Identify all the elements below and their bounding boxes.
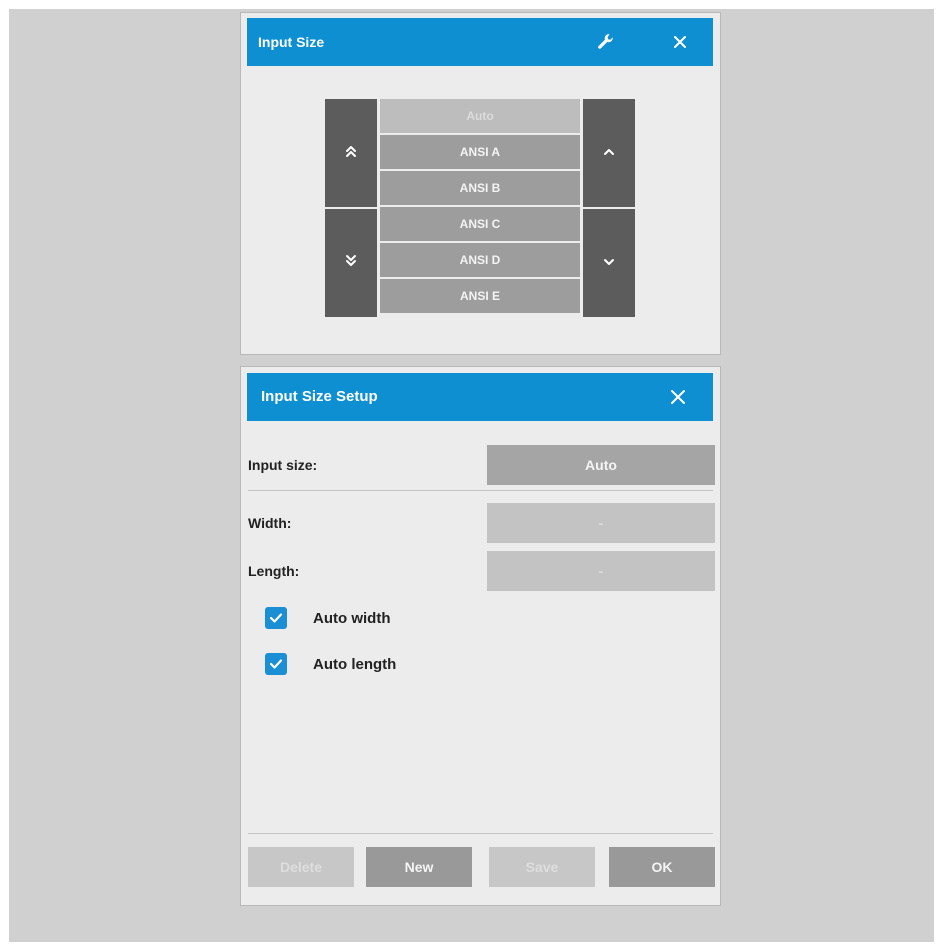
page-down-button[interactable] xyxy=(325,209,377,317)
scroll-down-button[interactable] xyxy=(583,209,635,317)
wrench-icon[interactable] xyxy=(591,18,621,66)
new-button[interactable]: New xyxy=(366,847,472,887)
size-item-ansi-c[interactable]: ANSI C xyxy=(380,207,580,241)
size-item-auto: Auto xyxy=(380,99,580,133)
ok-button[interactable]: OK xyxy=(609,847,715,887)
input-size-setup-panel: Input Size Setup Input size: Auto Width:… xyxy=(240,366,721,906)
input-size-title: Input Size xyxy=(258,34,325,50)
size-item-ansi-b[interactable]: ANSI B xyxy=(380,171,580,205)
length-field: - xyxy=(487,551,715,591)
double-chevron-down-icon xyxy=(345,254,357,273)
delete-button[interactable]: Delete xyxy=(248,847,354,887)
divider xyxy=(248,490,713,491)
size-item-ansi-d[interactable]: ANSI D xyxy=(380,243,580,277)
auto-length-checkbox[interactable] xyxy=(265,653,287,675)
size-list: Auto ANSI A ANSI B ANSI C ANSI D ANSI E xyxy=(380,99,580,315)
size-item-ansi-a[interactable]: ANSI A xyxy=(380,135,580,169)
auto-width-option[interactable]: Auto width xyxy=(265,607,390,629)
save-button[interactable]: Save xyxy=(489,847,595,887)
auto-length-label: Auto length xyxy=(313,655,397,673)
auto-width-label: Auto width xyxy=(313,609,391,627)
setup-title: Input Size Setup xyxy=(261,388,378,405)
close-icon[interactable] xyxy=(665,18,695,66)
width-label: Width: xyxy=(248,515,292,531)
checkmark-icon xyxy=(269,659,283,669)
close-icon[interactable] xyxy=(663,373,693,421)
size-selector: Auto ANSI A ANSI B ANSI C ANSI D ANSI E xyxy=(325,99,635,317)
width-field: - xyxy=(487,503,715,543)
length-label: Length: xyxy=(248,563,300,579)
size-item-ansi-e[interactable]: ANSI E xyxy=(380,279,580,313)
input-size-panel: Input Size Auto ANSI A ANSI B ANSI C ANS… xyxy=(240,12,721,355)
checkmark-icon xyxy=(269,613,283,623)
auto-length-option[interactable]: Auto length xyxy=(265,653,396,675)
page-up-button[interactable] xyxy=(325,99,377,207)
chevron-down-icon xyxy=(603,254,615,272)
input-size-label: Input size: xyxy=(248,457,318,473)
setup-titlebar: Input Size Setup xyxy=(247,373,713,421)
auto-width-checkbox[interactable] xyxy=(265,607,287,629)
scroll-up-button[interactable] xyxy=(583,99,635,207)
double-chevron-up-icon xyxy=(345,144,357,163)
divider xyxy=(248,833,713,834)
input-size-button[interactable]: Auto xyxy=(487,445,715,485)
chevron-up-icon xyxy=(603,144,615,162)
input-size-titlebar: Input Size xyxy=(247,18,713,66)
